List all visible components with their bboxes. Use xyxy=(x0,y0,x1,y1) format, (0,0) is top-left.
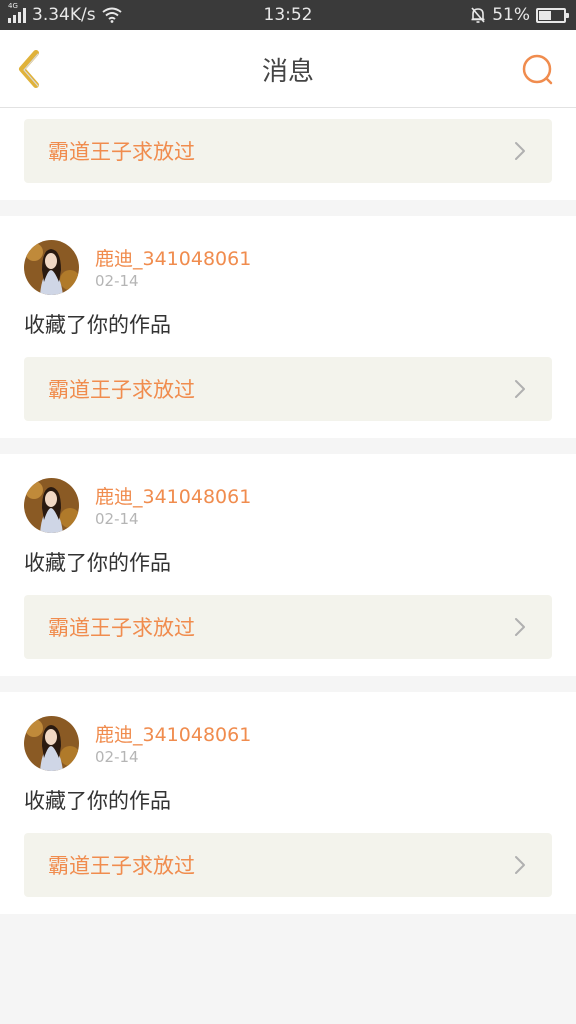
message-card: 鹿迪_341048061 02-14 收藏了你的作品 霸道王子求放过 xyxy=(0,216,576,438)
message-date: 02-14 xyxy=(95,748,139,766)
work-link[interactable]: 霸道王子求放过 xyxy=(24,357,552,421)
username[interactable]: 鹿迪_341048061 xyxy=(95,720,251,747)
search-icon xyxy=(522,54,553,85)
chevron-right-icon xyxy=(515,142,525,160)
username[interactable]: 鹿迪_341048061 xyxy=(95,482,251,509)
work-title: 霸道王子求放过 xyxy=(48,378,195,402)
nav-bar: 消息 xyxy=(0,30,576,108)
work-link[interactable]: 霸道王子求放过 xyxy=(24,833,552,897)
avatar[interactable] xyxy=(24,478,79,533)
message-list-inner: 鹿迪_341048061 02-14 收藏了你的作品 霸道王子求放过 鹿迪_34… xyxy=(0,108,576,930)
status-right: 51% xyxy=(470,0,569,30)
work-link[interactable]: 霸道王子求放过 xyxy=(24,119,552,183)
message-card: 鹿迪_341048061 02-14 收藏了你的作品 霸道王子求放过 xyxy=(0,692,576,914)
avatar[interactable] xyxy=(24,240,79,295)
message-action: 收藏了你的作品 xyxy=(24,313,171,337)
battery-icon xyxy=(536,7,569,23)
status-time: 13:52 xyxy=(263,5,313,25)
work-title: 霸道王子求放过 xyxy=(48,140,195,164)
avatar[interactable] xyxy=(24,716,79,771)
message-date: 02-14 xyxy=(95,510,139,528)
message-list[interactable]: 鹿迪_341048061 02-14 收藏了你的作品 霸道王子求放过 鹿迪_34… xyxy=(0,108,576,1024)
battery-fill xyxy=(539,10,552,20)
status-bar: 4G 3.34K/s 13:52 51% xyxy=(0,0,576,30)
chevron-right-icon xyxy=(515,618,525,636)
message-card: 鹿迪_341048061 02-14 收藏了你的作品 霸道王子求放过 xyxy=(0,108,576,200)
message-date: 02-14 xyxy=(95,272,139,290)
mute-bell-icon xyxy=(471,7,485,23)
message-action: 收藏了你的作品 xyxy=(24,789,171,813)
search-button[interactable] xyxy=(520,52,556,88)
message-card: 鹿迪_341048061 02-14 收藏了你的作品 霸道王子求放过 xyxy=(0,454,576,676)
work-link[interactable]: 霸道王子求放过 xyxy=(24,595,552,659)
username[interactable]: 鹿迪_341048061 xyxy=(95,244,251,271)
work-title: 霸道王子求放过 xyxy=(48,854,195,878)
work-title: 霸道王子求放过 xyxy=(48,616,195,640)
chevron-right-icon xyxy=(515,856,525,874)
chevron-right-icon xyxy=(515,380,525,398)
battery-percent: 51% xyxy=(492,5,530,25)
page-title: 消息 xyxy=(261,56,314,87)
message-action: 收藏了你的作品 xyxy=(24,551,171,575)
